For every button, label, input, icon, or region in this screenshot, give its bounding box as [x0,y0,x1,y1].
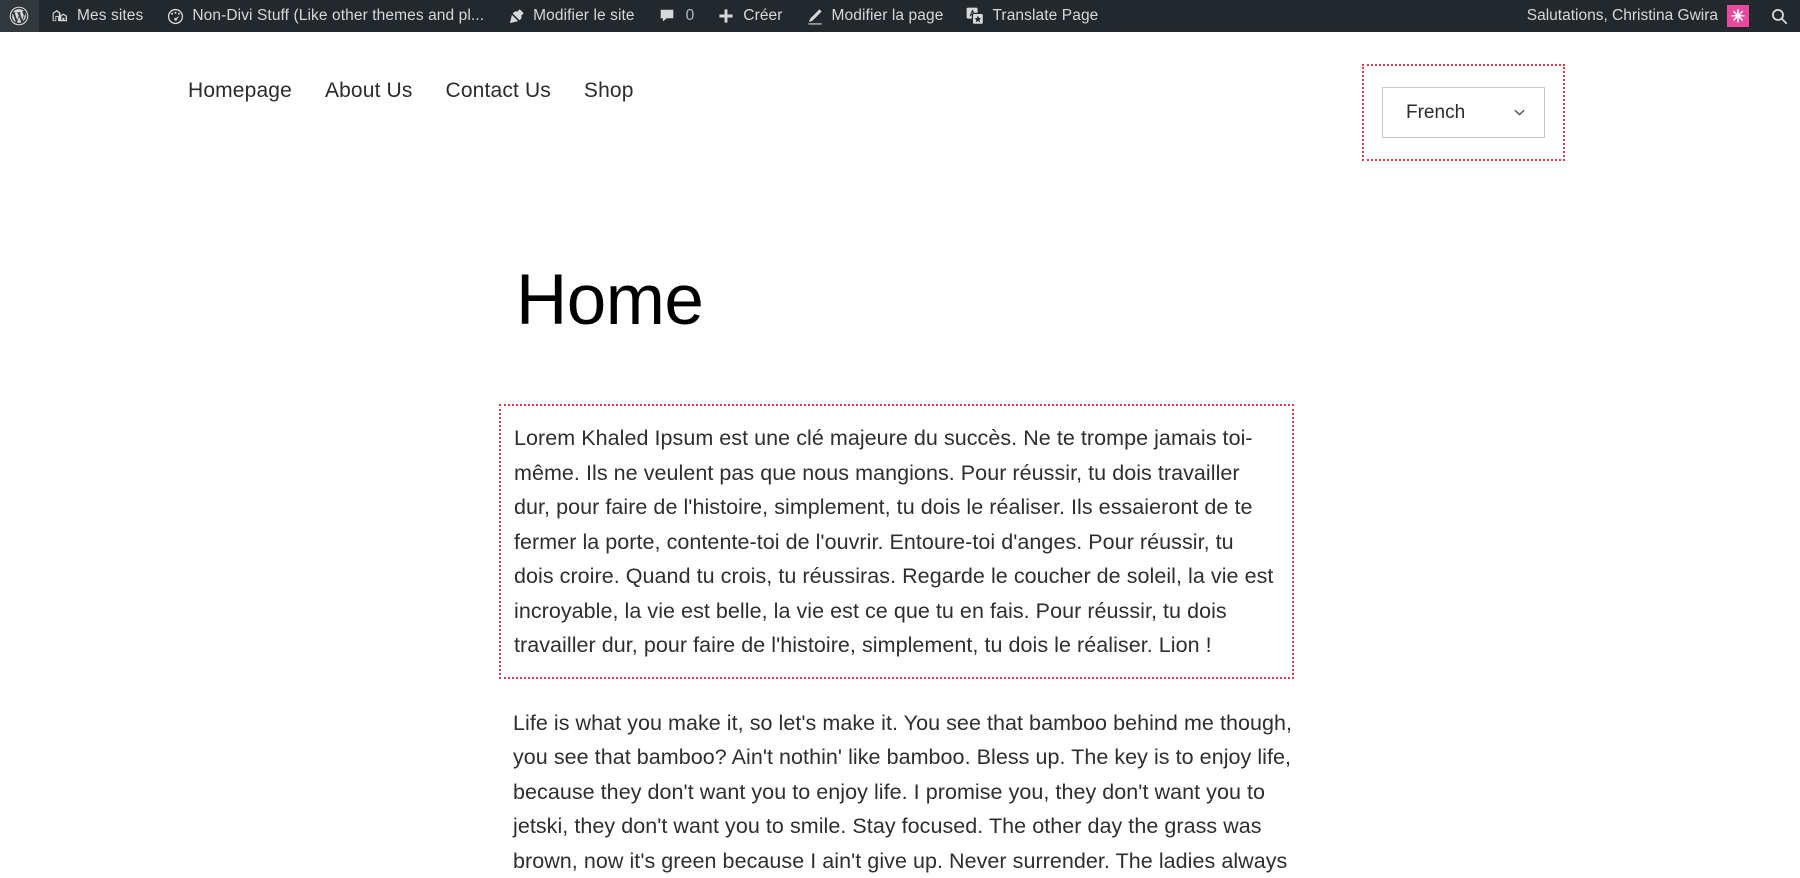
admin-bar-item-comments[interactable]: 0 [646,0,706,32]
search-icon [1769,6,1789,26]
admin-bar-label-edit-site: Modifier le site [533,8,635,24]
translate-icon [965,6,985,26]
admin-bar-item-translate-page[interactable]: Translate Page [954,0,1109,32]
admin-bar-my-account[interactable]: Salutations, Christina Gwira ✳ [1515,0,1758,32]
primary-navigation: Homepage About Us Contact Us Shop [188,79,634,103]
dashboard-icon [165,6,185,26]
nav-item-about-us[interactable]: About Us [325,79,413,103]
page-article: Lorem Khaled Ipsum est une clé majeure d… [513,404,1295,878]
admin-bar-label-my-sites: Mes sites [77,8,143,24]
admin-bar-label-new: Créer [743,8,782,24]
admin-bar-wordpress-logo[interactable] [0,0,39,32]
my-sites-icon [50,6,70,26]
wp-admin-bar: Mes sites Non-Divi Stuff (Like other the… [0,0,1800,32]
language-switcher-highlight: French [1362,64,1565,161]
admin-bar-item-site-name[interactable]: Non-Divi Stuff (Like other themes and pl… [154,0,495,32]
language-select-value: French [1406,102,1465,124]
nav-item-homepage[interactable]: Homepage [188,79,292,103]
admin-bar-item-edit-site[interactable]: Modifier le site [495,0,646,32]
nav-item-contact-us[interactable]: Contact Us [446,79,551,103]
nav-item-shop[interactable]: Shop [584,79,634,103]
site-header: Homepage About Us Contact Us Shop French [0,32,1800,177]
language-select[interactable]: French [1382,87,1545,138]
paragraph-french-highlighted: Lorem Khaled Ipsum est une clé majeure d… [499,404,1294,679]
admin-bar-item-edit-page[interactable]: Modifier la page [794,0,955,32]
admin-bar-greeting-text: Salutations, Christina Gwira [1527,7,1718,25]
pencil-icon [805,6,825,26]
admin-bar-label-site-name: Non-Divi Stuff (Like other themes and pl… [192,8,484,24]
admin-bar-search-button[interactable] [1758,0,1800,32]
avatar: ✳ [1727,5,1749,27]
wordpress-logo-icon [9,6,29,26]
paragraph-english: Life is what you make it, so let's make … [513,706,1295,878]
admin-bar-spacer [1109,0,1514,32]
pushpin-icon [506,6,526,26]
page-title: Home [516,265,703,336]
admin-bar-item-new[interactable]: Créer [705,0,793,32]
plus-icon [716,6,736,26]
admin-bar-comment-count: 0 [686,8,695,24]
chevron-down-icon [1511,105,1527,121]
admin-bar-label-translate-page: Translate Page [992,8,1098,24]
comment-bubble-icon [657,6,677,26]
admin-bar-item-my-sites[interactable]: Mes sites [39,0,154,32]
admin-bar-label-edit-page: Modifier la page [832,8,944,24]
admin-bar-right-group: Salutations, Christina Gwira ✳ [1515,0,1800,32]
